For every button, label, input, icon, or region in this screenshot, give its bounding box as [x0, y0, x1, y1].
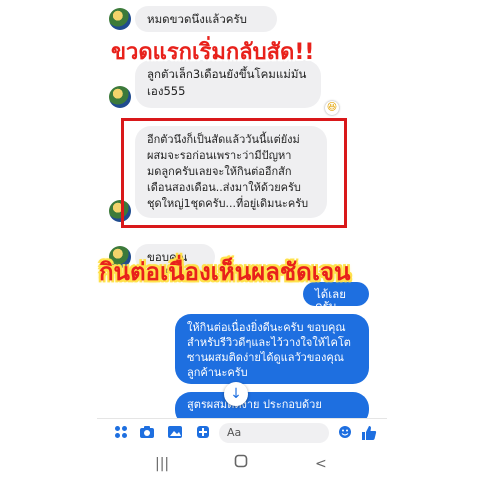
gif-icon[interactable] [195, 425, 211, 441]
headline-top: ขวดแรกเริ่มกลับสัด!! [111, 40, 315, 65]
message-text: สูตรผสมติดง่าย ประกอบด้วย [187, 398, 322, 411]
avatar[interactable] [109, 86, 131, 108]
back-icon[interactable]: < [315, 456, 327, 472]
message-text: ให้กินต่อเนื่องยิ่งดีนะครับ ขอบคุณสำหรับ… [187, 321, 351, 379]
scroll-down-button[interactable]: ↓ [224, 382, 248, 406]
message-text: หมดขวดนึงแล้วครับ [147, 12, 247, 26]
system-nav-bar: ||| < [97, 446, 387, 484]
chat-thread[interactable]: หมดขวดนึงแล้วครับ ลูกตัวเล็ก3เดือนยังขึ้… [97, 0, 387, 446]
message-input[interactable]: Aa [219, 423, 329, 443]
avatar[interactable] [109, 8, 131, 30]
image-icon[interactable] [167, 425, 183, 441]
recents-icon[interactable]: ||| [155, 456, 169, 472]
message-input-placeholder: Aa [227, 426, 242, 439]
composer-bar: Aa [97, 418, 387, 446]
phone-screen: หมดขวดนึงแล้วครับ ลูกตัวเล็ก3เดือนยังขึ้… [97, 0, 387, 484]
reaction-emoji-icon[interactable]: 😆 [325, 101, 339, 115]
emoji-icon[interactable] [337, 425, 353, 441]
home-icon[interactable] [234, 454, 248, 472]
message-bubble-6[interactable]: ให้กินต่อเนื่องยิ่งดีนะครับ ขอบคุณสำหรับ… [175, 314, 369, 384]
apps-icon[interactable] [113, 425, 129, 441]
headline-mid: กินต่อเนื่องเห็นผลชัดเจน [99, 258, 351, 286]
camera-icon[interactable] [139, 425, 155, 441]
message-bubble-1[interactable]: หมดขวดนึงแล้วครับ [135, 6, 277, 32]
like-icon[interactable] [361, 425, 377, 441]
message-text: ลูกตัวเล็ก3เดือนยังขึ้นโคมแม่มันเอง555 [147, 67, 307, 98]
arrow-down-icon: ↓ [230, 386, 242, 402]
highlight-box [121, 118, 347, 228]
